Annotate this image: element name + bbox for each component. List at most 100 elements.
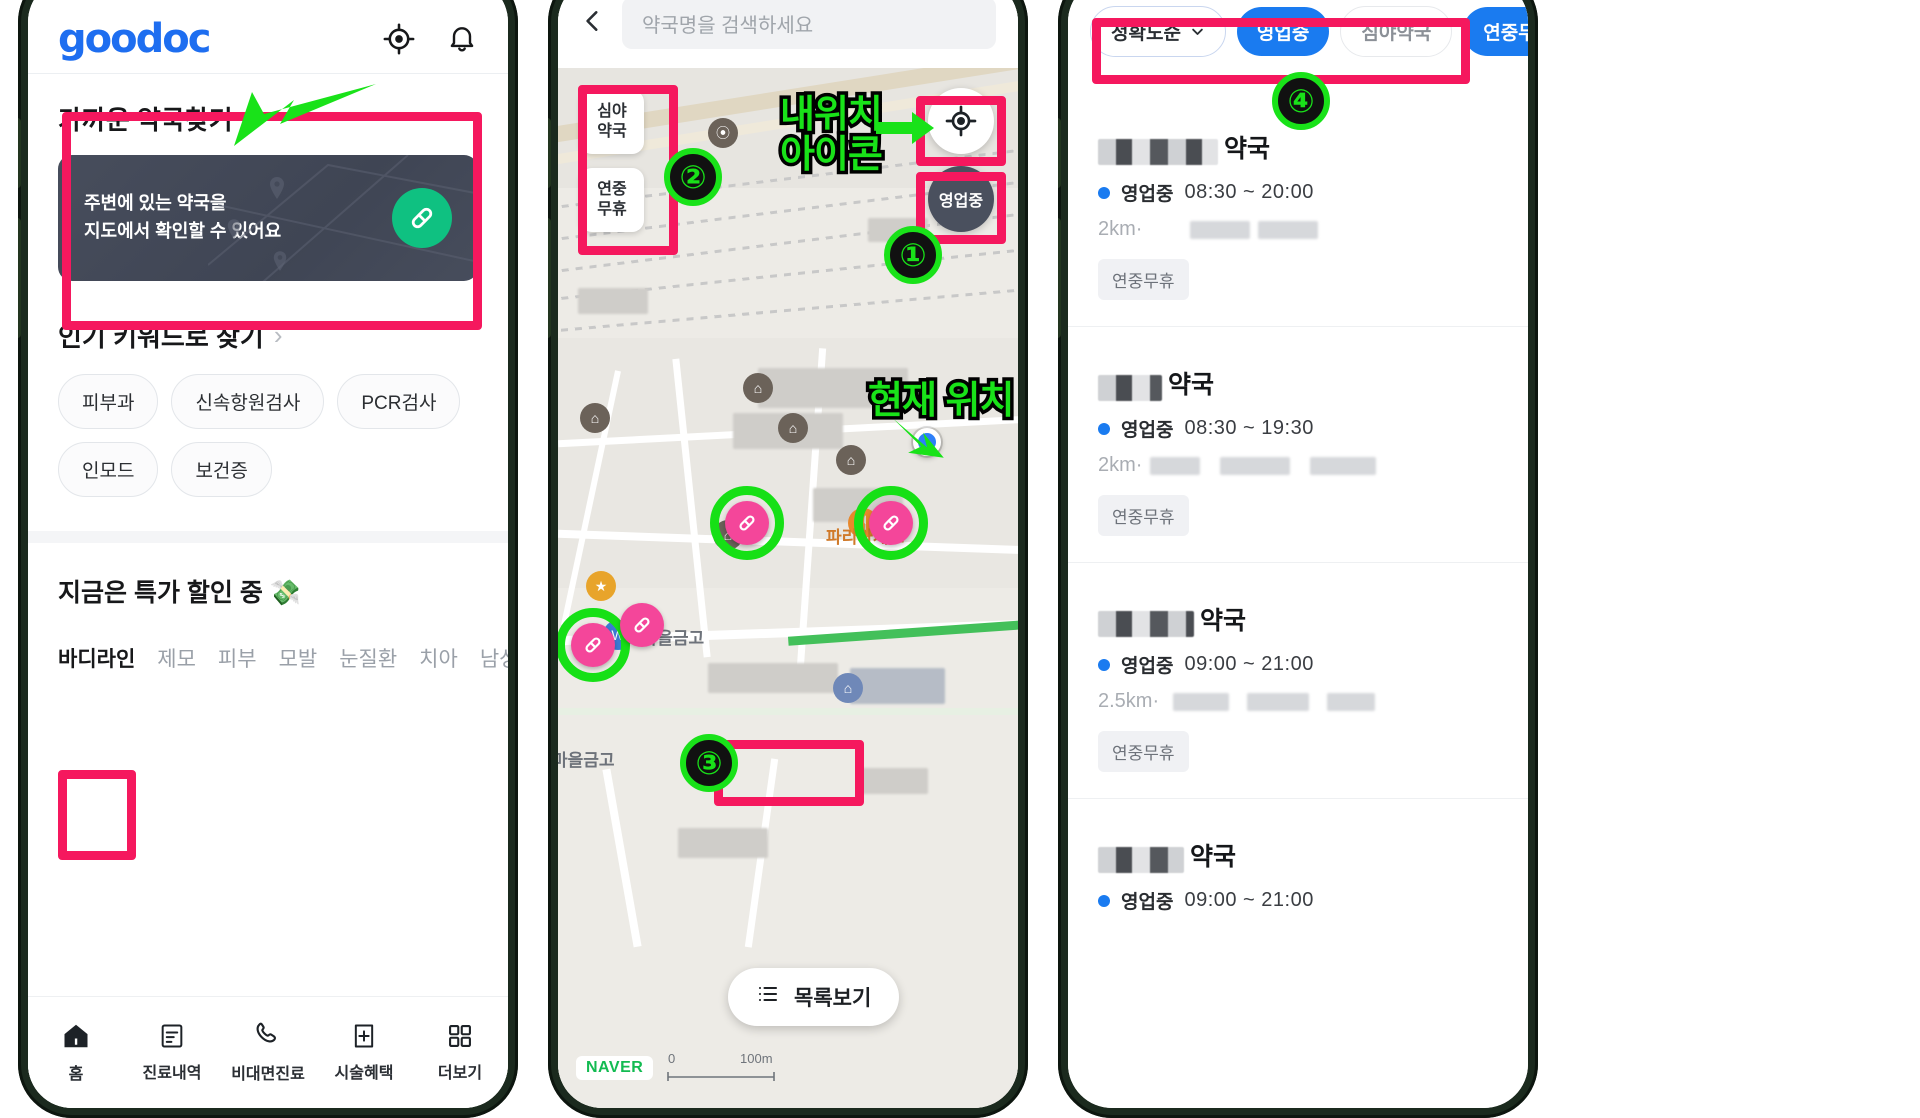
redacted-name <box>1098 375 1162 401</box>
pharmacy-status-row: 영업중 09:00 ~ 21:00 <box>1098 887 1498 914</box>
always-open-line-2: 무휴 <box>597 201 627 218</box>
pharmacy-hours: 08:30 ~ 20:00 <box>1184 181 1314 203</box>
annotation-label-my-location-line1: 내위치 <box>777 92 887 139</box>
redacted-address <box>1310 456 1377 475</box>
pharmacy-status: 영업중 <box>1121 656 1174 677</box>
nav-label-more: 더보기 <box>437 1065 483 1082</box>
pharmacy-status-row: 영업중 09:00 ~ 21:00 <box>1098 651 1498 678</box>
list-view-button[interactable]: 목록보기 <box>728 968 900 1026</box>
redacted-address <box>1327 692 1376 711</box>
pharmacy-distance-row: 2.5km· <box>1098 690 1498 713</box>
goodoc-logo: goodoc <box>58 15 211 62</box>
filter-open-now[interactable]: 영업중 <box>1236 7 1330 56</box>
keyword-title-text: 인기 키워드로 찾기 <box>58 322 264 352</box>
filter-chip-row: 정확도순 영업중 심야약국 연중무휴 <box>1068 0 1528 77</box>
annotation-arrow-nearby <box>234 84 376 146</box>
pharmacy-marker[interactable] <box>725 501 769 545</box>
sort-filter-accuracy[interactable]: 정확도순 <box>1090 6 1226 57</box>
map-poi-icon: ★ <box>586 571 616 601</box>
pharmacy-hours: 09:00 ~ 21:00 <box>1184 653 1314 675</box>
tab-피부[interactable]: 피부 <box>218 643 257 673</box>
pharmacy-distance-row: 2km· <box>1098 454 1498 477</box>
annotation-label-my-location-line2: 아이콘 <box>777 132 887 179</box>
always-open-line-1: 연중 <box>597 181 627 198</box>
nav-item-home[interactable]: 홈 <box>28 1021 124 1084</box>
late-night-line-2: 약국 <box>597 123 627 140</box>
naver-map-canvas[interactable]: ⦿ ⌂ ⌂ ⌂ ⌂ ⌂ ⌂ ★ W 🍴 파리바게뜨 새마을금고 마을금고 심야 … <box>558 68 1018 1108</box>
tab-바디라인[interactable]: 바디라인 <box>58 643 135 673</box>
keyword-chip[interactable]: PCR검사 <box>337 374 461 429</box>
annotation-number-2: ② <box>664 148 722 206</box>
pharmacy-name: 약국 <box>1098 601 1498 637</box>
annotation-label-my-location: 내위치 아이콘 <box>777 92 887 179</box>
open-now-toggle[interactable]: 영업중 <box>928 166 994 232</box>
pharmacy-name-suffix: 약국 <box>1224 135 1271 163</box>
annotation-arrow-current-position <box>892 420 944 458</box>
list-button-label: 목록보기 <box>794 987 872 1010</box>
annotation-number-1: ① <box>884 226 942 284</box>
nav-label-benefits: 시술혜택 <box>334 1065 394 1082</box>
pharmacy-list-item[interactable]: 약국 영업중 08:30 ~ 19:30 2km· 연중무휴 <box>1068 326 1528 536</box>
nav-label-home: 홈 <box>68 1066 84 1083</box>
status-dot-icon <box>1098 186 1110 199</box>
bottom-navigation: 홈 진료내역 비대면진료 시술혜택 더보기 <box>28 996 508 1108</box>
pharmacy-marker[interactable] <box>620 603 664 647</box>
map-scale-distance: 100m <box>740 1051 773 1066</box>
filter-button-always-open[interactable]: 연중 무휴 <box>580 168 644 232</box>
tab-모발[interactable]: 모발 <box>279 643 318 673</box>
tab-눈질환[interactable]: 눈질환 <box>339 643 397 673</box>
redacted-address <box>1173 692 1230 711</box>
redacted-address <box>1150 456 1201 475</box>
phone-frame-1: goodoc 가까운 약국찾기 주변에 있는 약국을 지도에서 확인할 수 있어… <box>18 0 518 1118</box>
promo-tab-list: 바디라인 제모 피부 모발 눈질환 치아 남성성 <box>58 643 508 673</box>
annotation-number-3: ③ <box>680 734 738 792</box>
filter-always-open[interactable]: 연중무휴 <box>1463 7 1528 56</box>
filter-late-night[interactable]: 심야약국 <box>1340 6 1453 57</box>
search-input[interactable]: 약국명을 검색하세요 <box>622 0 996 49</box>
map-scale-zero: 0 <box>668 1051 676 1066</box>
filter-button-late-night[interactable]: 심야 약국 <box>580 90 644 154</box>
tab-남성성[interactable]: 남성성 <box>480 643 508 673</box>
pharmacy-distance-row: 2km· <box>1098 218 1498 241</box>
keyword-chip[interactable]: 피부과 <box>58 374 159 429</box>
keyword-chip[interactable]: 신속항원검사 <box>171 374 325 429</box>
pharmacy-list-item[interactable]: 약국 영업중 09:00 ~ 21:00 <box>1068 798 1528 914</box>
bell-icon[interactable] <box>446 23 478 55</box>
tab-제모[interactable]: 제모 <box>157 643 196 673</box>
redacted-address <box>1247 692 1310 711</box>
promo-title: 지금은 특가 할인 중 💸 <box>58 579 301 607</box>
nav-item-records[interactable]: 진료내역 <box>124 1022 220 1083</box>
keyword-chip[interactable]: 보건증 <box>171 442 272 497</box>
pharmacy-hours: 08:30 ~ 19:30 <box>1184 417 1314 439</box>
pharmacy-marker[interactable] <box>571 623 615 667</box>
keyword-chip[interactable]: 인모드 <box>58 442 159 497</box>
tab-치아[interactable]: 치아 <box>419 643 458 673</box>
target-icon[interactable] <box>382 22 416 56</box>
nav-item-benefits[interactable]: 시술혜택 <box>316 1022 412 1083</box>
sort-filter-label: 정확도순 <box>1111 23 1181 44</box>
pharmacy-distance: 2km· <box>1098 454 1143 476</box>
pharmacy-name: 약국 <box>1098 837 1498 873</box>
phone-frame-3: 정확도순 영업중 심야약국 연중무휴 약국 영업중 08:30 <box>1058 0 1538 1118</box>
redacted-name <box>1098 847 1184 873</box>
keyword-section-title[interactable]: 인기 키워드로 찾기 › <box>58 317 478 354</box>
pharmacy-marker[interactable] <box>869 501 913 545</box>
nearby-pharmacy-card[interactable]: 주변에 있는 약국을 지도에서 확인할 수 있어요 <box>58 155 478 281</box>
pharmacy-status-row: 영업중 08:30 ~ 19:30 <box>1098 415 1498 442</box>
pharmacy-list-item[interactable]: 약국 영업중 09:00 ~ 21:00 2.5km· 연중무휴 <box>1068 562 1528 772</box>
pharmacy-status-row: 영업중 08:30 ~ 20:00 <box>1098 179 1498 206</box>
phone-3-screen: 정확도순 영업중 심야약국 연중무휴 약국 영업중 08:30 <box>1068 0 1528 1108</box>
annotation-number-4: ④ <box>1272 72 1330 130</box>
nav-item-telemedicine[interactable]: 비대면진료 <box>220 1021 316 1084</box>
status-dot-icon <box>1098 658 1110 671</box>
chevron-down-icon <box>1192 28 1203 35</box>
pharmacy-distance: 2.5km· <box>1098 690 1160 712</box>
pharmacy-name: 약국 <box>1098 129 1498 165</box>
chevron-left-icon[interactable] <box>580 8 606 39</box>
nav-item-more[interactable]: 더보기 <box>412 1022 508 1083</box>
annotation-arrow-my-location <box>876 112 934 144</box>
pharmacy-list-view: 정확도순 영업중 심야약국 연중무휴 약국 영업중 08:30 <box>1068 0 1528 1108</box>
status-dot-icon <box>1098 422 1110 435</box>
crosshair-icon[interactable] <box>928 88 994 154</box>
nearby-pharmacy-title-text: 가까운 약국찾기 <box>58 105 233 135</box>
